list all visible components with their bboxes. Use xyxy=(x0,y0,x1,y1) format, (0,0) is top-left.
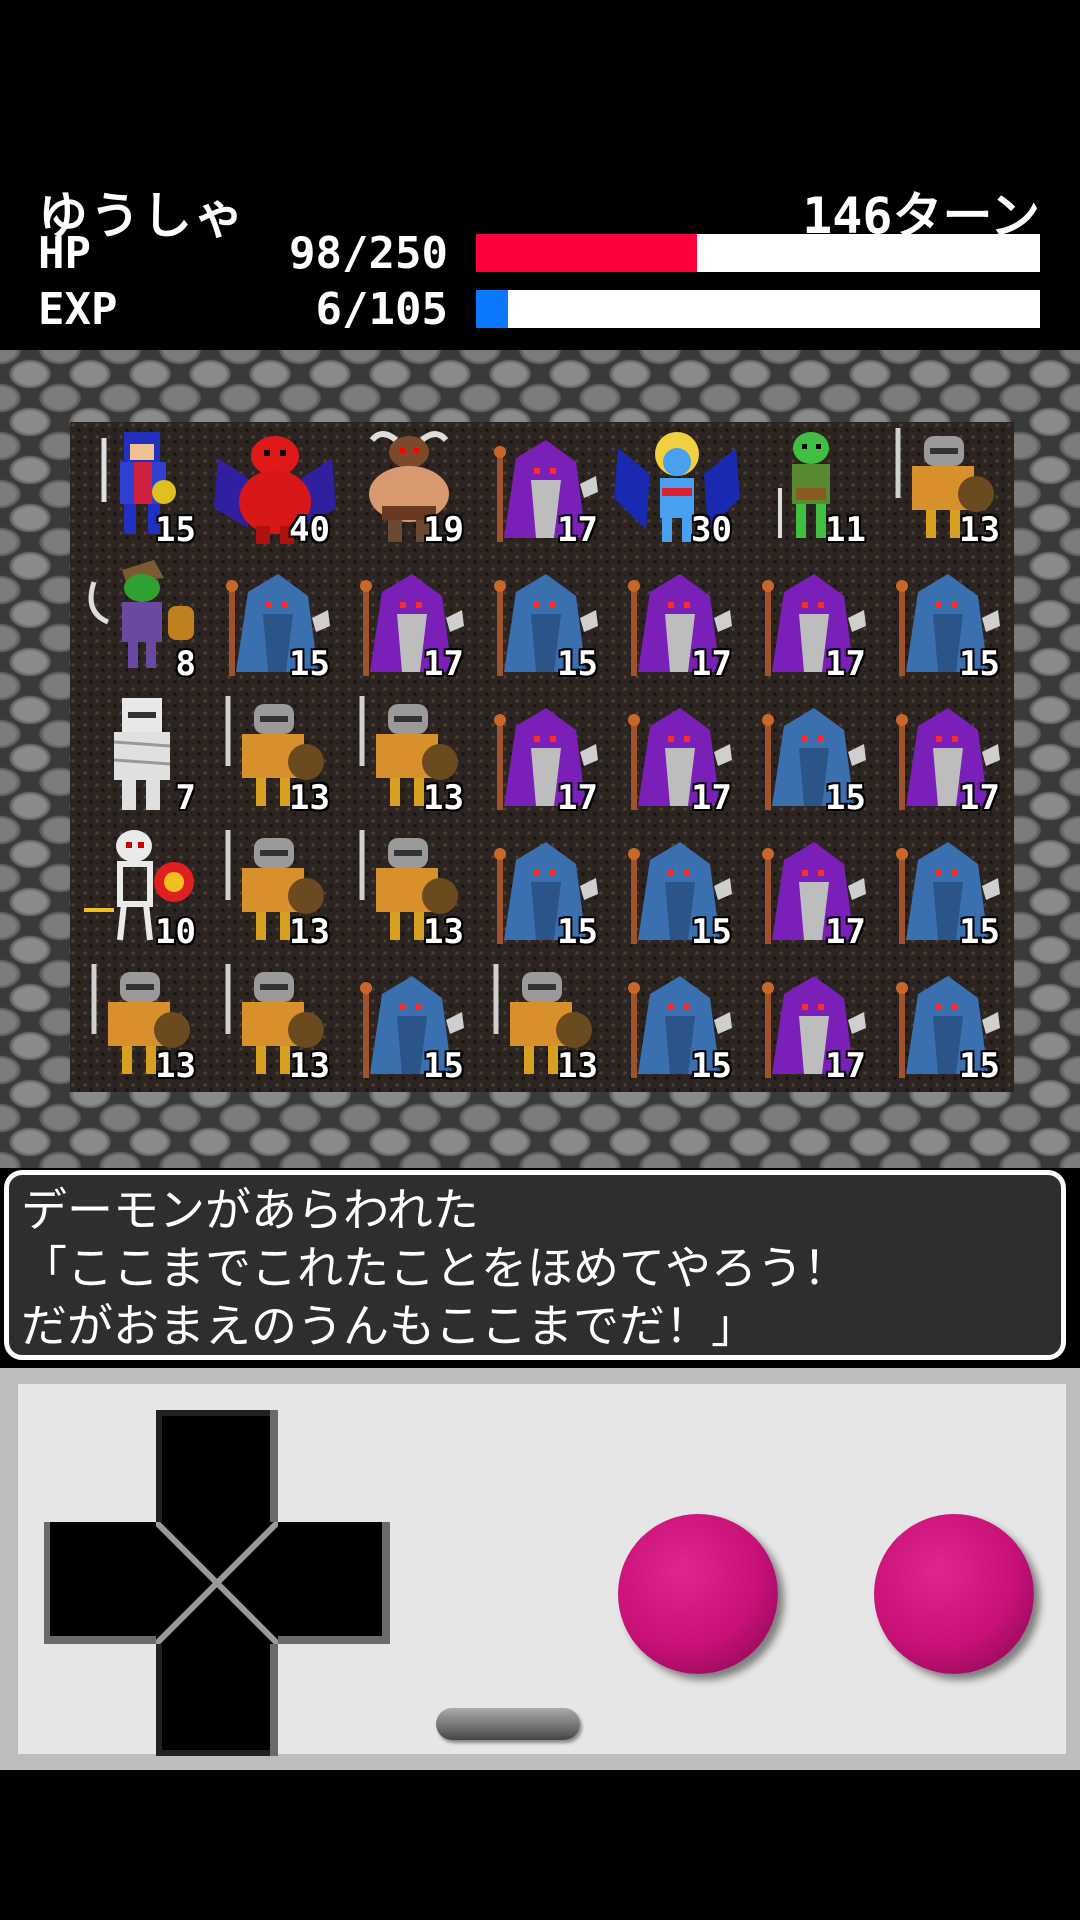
exp-bar xyxy=(476,290,1040,328)
unit-level: 15 xyxy=(557,644,598,684)
unit-level: 13 xyxy=(423,778,464,818)
exp-label: EXP xyxy=(38,284,118,335)
board-cell-demon: 40 xyxy=(208,418,342,552)
board-cell-knight: 13 xyxy=(342,820,476,954)
unit-level: 17 xyxy=(423,644,464,684)
board-cell-minotaur: 19 xyxy=(342,418,476,552)
unit-level: 15 xyxy=(691,912,732,952)
message-window: デーモンがあらわれた 「ここまでこれたことをほめてやろう！ だがおまえのうんもこ… xyxy=(4,1170,1066,1360)
board-cell-knight: 13 xyxy=(342,686,476,820)
board-cell-knight: 13 xyxy=(208,820,342,954)
unit-level: 11 xyxy=(825,510,866,550)
hp-bar xyxy=(476,234,1040,272)
board-cell-purple-mage: 17 xyxy=(610,552,744,686)
select-button[interactable] xyxy=(436,1708,580,1740)
unit-level: 17 xyxy=(825,912,866,952)
board-cell-blue-mage: 15 xyxy=(610,954,744,1088)
unit-level: 17 xyxy=(557,778,598,818)
dpad-right-button[interactable] xyxy=(268,1522,390,1644)
board-cell-purple-mage: 17 xyxy=(610,686,744,820)
board-cell-goblin: 11 xyxy=(744,418,878,552)
board-cell-knight: 13 xyxy=(878,418,1012,552)
controller xyxy=(0,1368,1080,1770)
board-cell-knight: 13 xyxy=(208,954,342,1088)
hp-value: 98/250 xyxy=(289,228,448,279)
hp-bar-fill xyxy=(476,234,698,272)
board-cell-blue-mage: 15 xyxy=(342,954,476,1088)
board-cell-hero: 15 xyxy=(74,418,208,552)
board-cell-purple-mage: 17 xyxy=(744,954,878,1088)
unit-level: 8 xyxy=(175,644,196,684)
board-cell-mummy: 7 xyxy=(74,686,208,820)
unit-level: 15 xyxy=(423,1046,464,1086)
message-line-1: デーモンがあらわれた xyxy=(21,1183,479,1237)
board-cell-purple-mage: 17 xyxy=(744,552,878,686)
unit-level: 30 xyxy=(691,510,732,550)
unit-level: 13 xyxy=(557,1046,598,1086)
unit-level: 13 xyxy=(289,778,330,818)
unit-level: 17 xyxy=(959,778,1000,818)
unit-level: 7 xyxy=(175,778,196,818)
unit-level: 17 xyxy=(825,1046,866,1086)
board-cell-knight: 13 xyxy=(476,954,610,1088)
unit-level: 15 xyxy=(155,510,196,550)
board-cell-goblin-warrior: 8 xyxy=(74,552,208,686)
unit-level: 10 xyxy=(155,912,196,952)
board-cell-blue-mage: 15 xyxy=(744,686,878,820)
board-cell-blue-mage: 15 xyxy=(878,954,1012,1088)
board-cell-knight: 13 xyxy=(208,686,342,820)
board-cell-succubus: 30 xyxy=(610,418,744,552)
dpad-left-button[interactable] xyxy=(44,1522,166,1644)
board-cell-blue-mage: 15 xyxy=(878,820,1012,954)
exp-bar-fill xyxy=(476,290,509,328)
unit-level: 15 xyxy=(959,1046,1000,1086)
board-cell-blue-mage: 15 xyxy=(878,552,1012,686)
board-cell-skeleton: 10 xyxy=(74,820,208,954)
dpad-down-button[interactable] xyxy=(156,1634,278,1756)
board-cell-purple-mage: 17 xyxy=(744,820,878,954)
board-cell-blue-mage: 15 xyxy=(476,820,610,954)
unit-level: 15 xyxy=(557,912,598,952)
controller-face xyxy=(18,1384,1066,1756)
unit-level: 19 xyxy=(423,510,464,550)
dpad-icon xyxy=(44,1410,390,1756)
message-line-2: 「ここまでこれたことをほめてやろう！ xyxy=(21,1241,849,1295)
board-cell-purple-mage: 17 xyxy=(476,418,610,552)
unit-level: 40 xyxy=(289,510,330,550)
unit-level: 15 xyxy=(959,644,1000,684)
dpad-cross-icon xyxy=(156,1522,278,1644)
unit-level: 17 xyxy=(691,644,732,684)
board-cell-blue-mage: 15 xyxy=(476,552,610,686)
unit-level: 13 xyxy=(289,912,330,952)
unit-level: 15 xyxy=(691,1046,732,1086)
board-cell-blue-mage: 15 xyxy=(208,552,342,686)
board-cell-purple-mage: 17 xyxy=(878,686,1012,820)
hp-label: HP xyxy=(38,228,91,279)
board-cell-purple-mage: 17 xyxy=(342,552,476,686)
dungeon-board: 15 40 19 17 30 11 13 8 15 17 15 17 17 15… xyxy=(0,350,1080,1168)
unit-level: 13 xyxy=(423,912,464,952)
dpad-up-button[interactable] xyxy=(156,1410,278,1532)
unit-level: 17 xyxy=(557,510,598,550)
hp-row: HP 98/250 xyxy=(0,228,1080,279)
board-cell-knight: 13 xyxy=(74,954,208,1088)
unit-level: 13 xyxy=(959,510,1000,550)
unit-level: 17 xyxy=(691,778,732,818)
board-cell-blue-mage: 15 xyxy=(610,820,744,954)
unit-level: 15 xyxy=(825,778,866,818)
unit-level: 13 xyxy=(155,1046,196,1086)
unit-level: 17 xyxy=(825,644,866,684)
unit-level: 15 xyxy=(289,644,330,684)
a-button[interactable] xyxy=(618,1514,778,1674)
exp-value: 6/105 xyxy=(315,284,448,335)
unit-level: 13 xyxy=(289,1046,330,1086)
unit-level: 15 xyxy=(959,912,1000,952)
message-line-3: だがおまえのうんもここまでだ！」 xyxy=(21,1299,757,1353)
monster-grid: 15 40 19 17 30 11 13 8 15 17 15 17 17 15… xyxy=(74,418,1018,1098)
status-panel: ゆうしゃ 146ターン HP 98/250 EXP 6/105 xyxy=(0,170,1080,350)
b-button[interactable] xyxy=(874,1514,1034,1674)
exp-row: EXP 6/105 xyxy=(0,284,1080,335)
board-cell-purple-mage: 17 xyxy=(476,686,610,820)
